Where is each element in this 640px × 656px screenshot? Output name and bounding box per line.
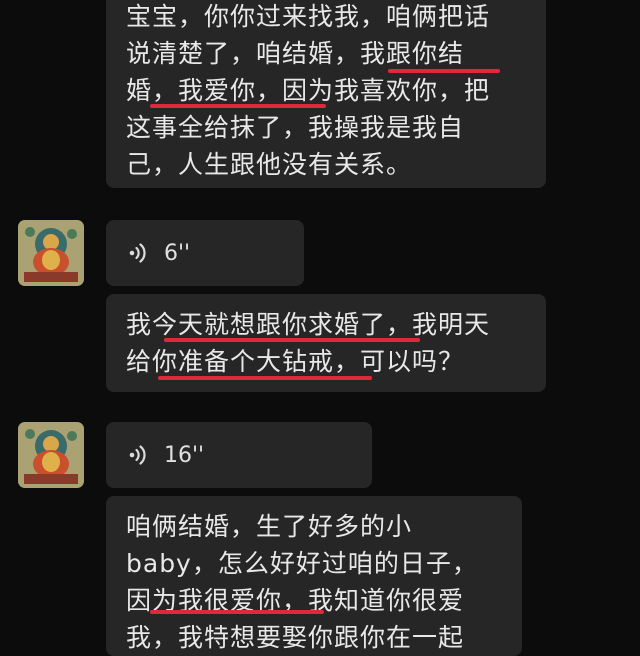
voice-duration: 6'' — [164, 240, 191, 266]
message-line: 己，人生跟他没有关系。 — [126, 150, 413, 179]
highlight-underline — [158, 376, 372, 380]
message-line: 这事全给抹了，我操我是我自 — [126, 113, 465, 142]
message-line: 给你准备个大钻戒，可以吗？ — [126, 347, 465, 376]
message-line: 说清楚了，咱结婚，我跟你结 — [126, 39, 465, 68]
contact-avatar[interactable] — [18, 422, 84, 488]
message-line: 宝宝，你你过来找我，咱俩把话 — [126, 2, 491, 31]
message-line: 我，我特想要娶你跟你在一起 — [126, 623, 465, 652]
deity-painting-icon — [18, 220, 84, 286]
message-bubble-1[interactable]: 宝宝，你你过来找我，咱俩把话 说清楚了，咱结婚，我跟你结 婚，我爱你，因为我喜欢… — [106, 0, 546, 188]
message-line: 咱俩结婚，生了好多的小 — [126, 512, 413, 541]
voice-wave-icon — [129, 445, 146, 465]
deity-painting-icon — [18, 422, 84, 488]
voice-message-1[interactable]: 6'' — [106, 220, 304, 286]
voice-duration: 16'' — [164, 442, 205, 468]
highlight-underline — [150, 104, 326, 108]
voice-wave-icon — [129, 243, 146, 263]
highlight-underline — [388, 69, 500, 73]
highlight-underline — [150, 610, 324, 614]
highlight-underline — [164, 338, 420, 342]
message-line: baby，怎么好好过咱的日子， — [126, 549, 478, 578]
message-bubble-3[interactable]: 咱俩结婚，生了好多的小 baby，怎么好好过咱的日子， 因为我很爱你，我知道你很… — [106, 496, 522, 656]
voice-message-2[interactable]: 16'' — [106, 422, 372, 488]
contact-avatar[interactable] — [18, 220, 84, 286]
